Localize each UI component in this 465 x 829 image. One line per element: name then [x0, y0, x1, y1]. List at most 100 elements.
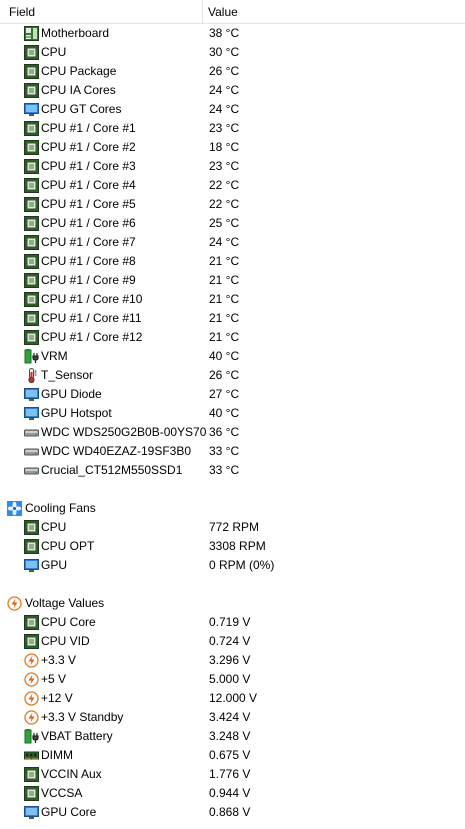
thermometer-icon	[24, 368, 39, 384]
field-label: CPU #1 / Core #12	[41, 330, 143, 344]
sensor-row-cpu-1-core-5[interactable]: CPU #1 / Core #5 22 °C	[0, 195, 465, 214]
field-label: CPU Package	[41, 64, 117, 78]
cpu-chip-icon	[24, 767, 39, 782]
value-cell: 3.424 V	[209, 710, 251, 724]
hard-drive-icon	[24, 425, 39, 440]
field-label: CPU IA Cores	[41, 83, 116, 97]
sensor-row-motherboard[interactable]: Motherboard 38 °C	[0, 24, 465, 43]
sensor-row-cpu-1-core-7[interactable]: CPU #1 / Core #7 24 °C	[0, 233, 465, 252]
sensor-row-cpu-gt-cores[interactable]: CPU GT Cores 24 °C	[0, 100, 465, 119]
sensor-row-cpu-1-core-9[interactable]: CPU #1 / Core #9 21 °C	[0, 271, 465, 290]
column-divider[interactable]	[202, 0, 203, 23]
sensor-row-cpu-1-core-8[interactable]: CPU #1 / Core #8 21 °C	[0, 252, 465, 271]
sensor-row-cpu-1-core-1[interactable]: CPU #1 / Core #1 23 °C	[0, 119, 465, 138]
battery-plug-icon	[24, 729, 39, 744]
field-label: GPU Hotspot	[41, 406, 112, 420]
lightning-icon	[24, 710, 39, 725]
field-label: CPU #1 / Core #3	[41, 159, 136, 173]
sensor-row-cpu-vid[interactable]: CPU VID 0.724 V	[0, 632, 465, 651]
sensor-row-crucial-ct512m550ssd1[interactable]: Crucial_CT512M550SSD1 33 °C	[0, 461, 465, 480]
value-cell: 23 °C	[209, 121, 240, 135]
group-row-cooling-fans[interactable]: Cooling Fans	[0, 499, 465, 518]
sensor-row-cpu-opt[interactable]: CPU OPT 3308 RPM	[0, 537, 465, 556]
sensor-row-cpu-1-core-6[interactable]: CPU #1 / Core #6 25 °C	[0, 214, 465, 233]
monitor-icon	[24, 558, 39, 573]
spacer-row	[0, 575, 465, 594]
field-label: +3.3 V Standby	[41, 710, 124, 724]
value-cell: 24 °C	[209, 83, 240, 97]
value-cell: 36 °C	[209, 425, 240, 439]
sensor-row-cpu-1-core-11[interactable]: CPU #1 / Core #11 21 °C	[0, 309, 465, 328]
field-column-header[interactable]: Field	[9, 5, 35, 19]
cpu-chip-icon	[24, 634, 39, 649]
field-label: +12 V	[41, 691, 73, 705]
sensor-row-cpu-ia-cores[interactable]: CPU IA Cores 24 °C	[0, 81, 465, 100]
field-label: DIMM	[41, 748, 73, 762]
field-label: CPU #1 / Core #6	[41, 216, 136, 230]
field-label: CPU	[41, 45, 67, 59]
value-cell: 21 °C	[209, 311, 240, 325]
field-label: VRM	[41, 349, 68, 363]
value-cell: 22 °C	[209, 197, 240, 211]
cpu-chip-icon	[24, 539, 39, 554]
sensor-row-wdc-wds250g2b0b-00ys70[interactable]: WDC WDS250G2B0B-00YS70 36 °C	[0, 423, 465, 442]
value-cell: 3.296 V	[209, 653, 251, 667]
monitor-icon	[24, 805, 39, 820]
monitor-icon	[24, 102, 39, 117]
sensor-row-3-3-v-standby[interactable]: +3.3 V Standby 3.424 V	[0, 708, 465, 727]
sensor-row-cpu[interactable]: CPU 772 RPM	[0, 518, 465, 537]
sensor-row-gpu-diode[interactable]: GPU Diode 27 °C	[0, 385, 465, 404]
sensor-row-vccin-aux[interactable]: VCCIN Aux 1.776 V	[0, 765, 465, 784]
value-cell: 5.000 V	[209, 672, 251, 686]
field-label: CPU #1 / Core #4	[41, 178, 136, 192]
value-cell: 23 °C	[209, 159, 240, 173]
sensor-row-vrm[interactable]: VRM 40 °C	[0, 347, 465, 366]
cpu-chip-icon	[24, 83, 39, 98]
sensor-row-cpu-1-core-10[interactable]: CPU #1 / Core #10 21 °C	[0, 290, 465, 309]
sensor-row-gpu-core[interactable]: GPU Core 0.868 V	[0, 803, 465, 822]
sensor-row-wdc-wd40ezaz-19sf3b0[interactable]: WDC WD40EZAZ-19SF3B0 33 °C	[0, 442, 465, 461]
field-label: CPU #1 / Core #8	[41, 254, 136, 268]
value-column-header[interactable]: Value	[208, 5, 238, 19]
sensor-row-cpu-1-core-12[interactable]: CPU #1 / Core #12 21 °C	[0, 328, 465, 347]
sensor-row-dimm[interactable]: DIMM 0.675 V	[0, 746, 465, 765]
cpu-chip-icon	[24, 292, 39, 307]
sensor-row-3-3-v[interactable]: +3.3 V 3.296 V	[0, 651, 465, 670]
value-cell: 0.944 V	[209, 786, 251, 800]
sensor-row-cpu[interactable]: CPU 30 °C	[0, 43, 465, 62]
sensor-row-cpu-1-core-4[interactable]: CPU #1 / Core #4 22 °C	[0, 176, 465, 195]
sensor-row-vccsa[interactable]: VCCSA 0.944 V	[0, 784, 465, 803]
field-label: CPU #1 / Core #11	[41, 311, 142, 325]
sensor-row-cpu-package[interactable]: CPU Package 26 °C	[0, 62, 465, 81]
sensor-row-vbat-battery[interactable]: VBAT Battery 3.248 V	[0, 727, 465, 746]
value-cell: 1.776 V	[209, 767, 251, 781]
value-cell: 21 °C	[209, 273, 240, 287]
field-label: +3.3 V	[41, 653, 77, 667]
sensor-row-gpu[interactable]: GPU 0 RPM (0%)	[0, 556, 465, 575]
cpu-chip-icon	[24, 159, 39, 174]
sensor-row-cpu-core[interactable]: CPU Core 0.719 V	[0, 613, 465, 632]
sensor-row-12-v[interactable]: +12 V 12.000 V	[0, 689, 465, 708]
sensor-row-t-sensor[interactable]: T_Sensor 26 °C	[0, 366, 465, 385]
cpu-chip-icon	[24, 64, 39, 79]
lightning-icon	[24, 691, 39, 706]
value-cell: 26 °C	[209, 64, 240, 78]
cpu-chip-icon	[24, 140, 39, 155]
field-label: VCCIN Aux	[41, 767, 102, 781]
field-label: CPU #1 / Core #9	[41, 273, 136, 287]
field-label: Motherboard	[41, 26, 110, 40]
sensor-row-5-v[interactable]: +5 V 5.000 V	[0, 670, 465, 689]
value-cell: 18 °C	[209, 140, 240, 154]
field-label: GPU Diode	[41, 387, 102, 401]
sensor-row-cpu-1-core-3[interactable]: CPU #1 / Core #3 23 °C	[0, 157, 465, 176]
sensor-row-gpu-hotspot[interactable]: GPU Hotspot 40 °C	[0, 404, 465, 423]
group-row-voltage-values[interactable]: Voltage Values	[0, 594, 465, 613]
cpu-chip-icon	[24, 786, 39, 801]
cpu-chip-icon	[24, 615, 39, 630]
value-cell: 21 °C	[209, 330, 240, 344]
cpu-chip-icon	[24, 178, 39, 193]
sensor-list: Motherboard 38 °C CPU 30 °C CPU Package 26 °C…	[0, 24, 465, 822]
sensor-row-cpu-1-core-2[interactable]: CPU #1 / Core #2 18 °C	[0, 138, 465, 157]
battery-plug-icon	[24, 349, 39, 364]
value-cell: 21 °C	[209, 254, 240, 268]
